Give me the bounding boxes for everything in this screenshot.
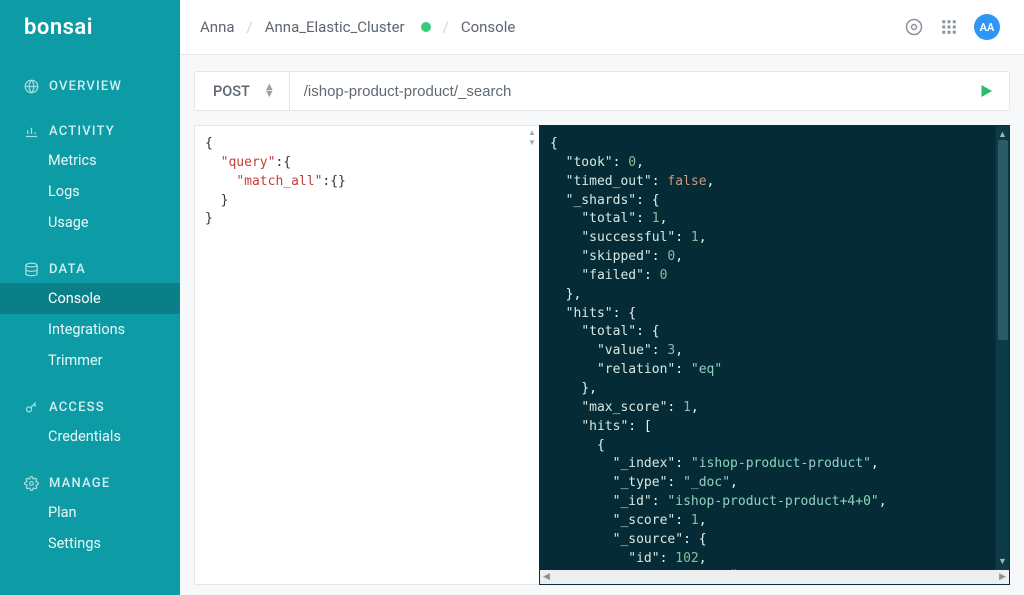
sidebar-item-plan[interactable]: Plan bbox=[0, 497, 180, 528]
breadcrumb: Anna / Anna_Elastic_Cluster / Console bbox=[200, 18, 515, 36]
http-method-value: POST bbox=[213, 83, 250, 100]
http-method-select[interactable]: POST ▲▼ bbox=[195, 72, 290, 110]
nav-manage[interactable]: MANAGE bbox=[0, 470, 180, 497]
scroll-right-icon[interactable]: ▶ bbox=[999, 572, 1006, 582]
sidebar-item-integrations[interactable]: Integrations bbox=[0, 314, 180, 345]
response-body-code[interactable]: { "took": 0, "timed_out": false, "_shard… bbox=[540, 126, 995, 570]
breadcrumb-sep-icon: / bbox=[247, 18, 253, 36]
request-path-input[interactable] bbox=[290, 72, 963, 110]
scroll-down-icon[interactable]: ▼ bbox=[998, 556, 1007, 567]
nav-data-label: DATA bbox=[49, 262, 86, 277]
request-body-code[interactable]: { "query":{ "match_all":{} } } bbox=[195, 126, 539, 238]
editor-gutter-arrows: ▲▼ bbox=[525, 126, 539, 147]
sidebar-item-metrics[interactable]: Metrics bbox=[0, 145, 180, 176]
gear-icon bbox=[24, 476, 39, 491]
nav-overview[interactable]: OVERVIEW bbox=[0, 73, 180, 100]
nav-activity[interactable]: ACTIVITY bbox=[0, 118, 180, 145]
bar-chart-icon bbox=[24, 124, 39, 139]
sidebar-item-usage[interactable]: Usage bbox=[0, 207, 180, 238]
play-icon bbox=[977, 82, 995, 100]
request-editor[interactable]: { "query":{ "match_all":{} } } ▲▼ bbox=[194, 125, 539, 585]
chevron-updown-icon: ▲▼ bbox=[264, 84, 275, 97]
nav-access-label: ACCESS bbox=[49, 400, 105, 415]
database-icon bbox=[24, 262, 39, 277]
sidebar-item-console[interactable]: Console bbox=[0, 283, 180, 314]
brand-logo: bonsai bbox=[0, 0, 180, 55]
sidebar-item-trimmer[interactable]: Trimmer bbox=[0, 345, 180, 376]
vertical-scrollbar[interactable]: ▲ ▼ bbox=[995, 126, 1009, 570]
globe-icon bbox=[24, 79, 39, 94]
cluster-status-dot bbox=[421, 22, 431, 32]
breadcrumb-item-1[interactable]: Anna bbox=[200, 18, 235, 36]
sidebar-item-settings[interactable]: Settings bbox=[0, 528, 180, 559]
response-viewer: { "took": 0, "timed_out": false, "_shard… bbox=[539, 125, 1010, 585]
nav-manage-label: MANAGE bbox=[49, 476, 110, 491]
scroll-left-icon[interactable]: ◀ bbox=[543, 572, 550, 582]
sidebar-item-credentials[interactable]: Credentials bbox=[0, 421, 180, 452]
request-bar: POST ▲▼ bbox=[194, 71, 1010, 111]
breadcrumb-sep-icon: / bbox=[443, 18, 449, 36]
scroll-up-icon[interactable]: ▲ bbox=[998, 129, 1007, 140]
breadcrumb-item-3[interactable]: Console bbox=[461, 18, 516, 36]
topbar: Anna / Anna_Elastic_Cluster / Console AA bbox=[180, 0, 1024, 55]
nav-activity-label: ACTIVITY bbox=[49, 124, 115, 139]
nav-overview-label: OVERVIEW bbox=[49, 79, 122, 94]
sidebar: bonsai OVERVIEW ACTIVITY Metrics Logs Us… bbox=[0, 0, 180, 595]
scrollbar-thumb[interactable] bbox=[998, 140, 1008, 340]
apps-grid-icon[interactable] bbox=[940, 18, 958, 36]
avatar[interactable]: AA bbox=[974, 14, 1000, 40]
sidebar-item-logs[interactable]: Logs bbox=[0, 176, 180, 207]
help-circle-icon[interactable] bbox=[904, 17, 924, 37]
nav-access[interactable]: ACCESS bbox=[0, 394, 180, 421]
nav-data[interactable]: DATA bbox=[0, 256, 180, 283]
run-button[interactable] bbox=[963, 82, 1009, 100]
horizontal-scrollbar[interactable]: ◀ ▶ bbox=[540, 570, 1009, 584]
key-icon bbox=[24, 400, 39, 415]
main: Anna / Anna_Elastic_Cluster / Console AA… bbox=[180, 0, 1024, 595]
breadcrumb-item-2[interactable]: Anna_Elastic_Cluster bbox=[265, 18, 405, 36]
